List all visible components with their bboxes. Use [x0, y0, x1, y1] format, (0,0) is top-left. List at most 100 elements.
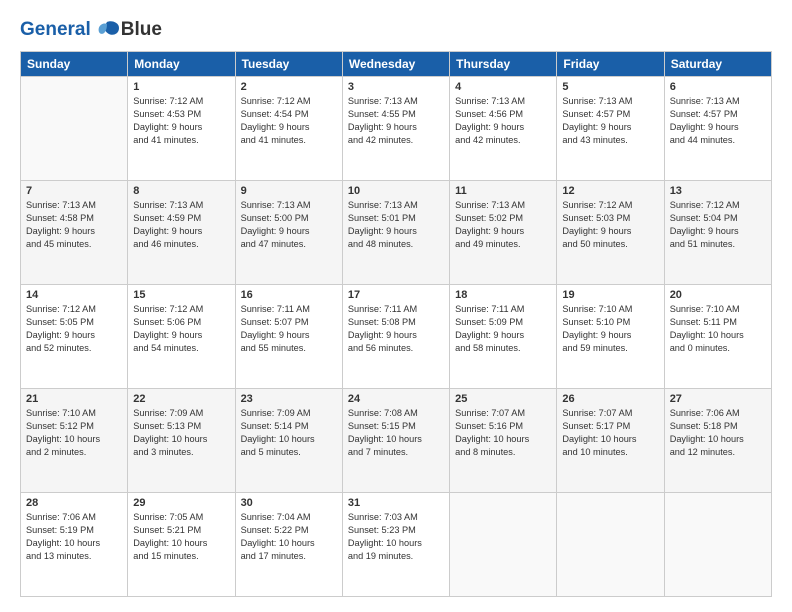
logo: General Blue — [20, 20, 162, 41]
calendar-week-row: 28 Sunrise: 7:06 AM Sunset: 5:19 PM Dayli… — [21, 492, 772, 596]
calendar-cell: 15Sunrise: 7:12 AM Sunset: 5:06 PM Dayli… — [128, 284, 235, 388]
calendar-cell — [21, 76, 128, 180]
day-number: 6 — [670, 81, 766, 93]
day-info: Sunrise: 7:11 AM Sunset: 5:08 PM Dayligh… — [348, 303, 444, 355]
calendar-cell — [557, 492, 664, 596]
calendar-cell: 18 Sunrise: 7:11 AM Sunset: 5:09 PM Dayli… — [450, 284, 557, 388]
day-number: 26 — [562, 393, 658, 405]
calendar-cell: 16Sunrise: 7:11 AM Sunset: 5:07 PM Dayli… — [235, 284, 342, 388]
day-info: Sunrise: 7:09 AM Sunset: 5:14 PM Dayligh… — [241, 407, 337, 459]
calendar-cell: 14 Sunrise: 7:12 AM Sunset: 5:05 PM Dayli… — [21, 284, 128, 388]
calendar-cell: 20Sunrise: 7:10 AM Sunset: 5:11 PM Dayli… — [664, 284, 771, 388]
day-number: 27 — [670, 393, 766, 405]
day-number: 14 — [26, 289, 122, 301]
day-number: 28 — [26, 497, 122, 509]
day-number: 17 — [348, 289, 444, 301]
calendar-cell: 22 Sunrise: 7:09 AM Sunset: 5:13 PM Dayli… — [128, 388, 235, 492]
day-info: Sunrise: 7:13 AM Sunset: 5:02 PM Dayligh… — [455, 199, 551, 251]
calendar-cell: 7 Sunrise: 7:13 AM Sunset: 4:58 PM Daylig… — [21, 180, 128, 284]
weekday-header-monday: Monday — [128, 51, 235, 76]
day-info: Sunrise: 7:12 AM Sunset: 5:05 PM Dayligh… — [26, 303, 122, 355]
day-number: 10 — [348, 185, 444, 197]
day-info: Sunrise: 7:12 AM Sunset: 5:03 PM Dayligh… — [562, 199, 658, 251]
day-info: Sunrise: 7:10 AM Sunset: 5:12 PM Dayligh… — [26, 407, 122, 459]
calendar-cell: 3 Sunrise: 7:13 AM Sunset: 4:55 PM Daylig… — [342, 76, 449, 180]
calendar-cell: 27Sunrise: 7:06 AM Sunset: 5:18 PM Dayli… — [664, 388, 771, 492]
day-info: Sunrise: 7:09 AM Sunset: 5:13 PM Dayligh… — [133, 407, 229, 459]
calendar-cell: 8Sunrise: 7:13 AM Sunset: 4:59 PM Daylig… — [128, 180, 235, 284]
day-info: Sunrise: 7:11 AM Sunset: 5:09 PM Dayligh… — [455, 303, 551, 355]
weekday-header-saturday: Saturday — [664, 51, 771, 76]
day-info: Sunrise: 7:13 AM Sunset: 4:57 PM Dayligh… — [670, 95, 766, 147]
calendar-cell: 2 Sunrise: 7:12 AM Sunset: 4:54 PM Daylig… — [235, 76, 342, 180]
day-number: 7 — [26, 185, 122, 197]
day-info: Sunrise: 7:12 AM Sunset: 5:06 PM Dayligh… — [133, 303, 229, 355]
day-info: Sunrise: 7:13 AM Sunset: 4:58 PM Dayligh… — [26, 199, 122, 251]
day-number: 23 — [241, 393, 337, 405]
logo-text: General — [20, 20, 121, 41]
calendar-cell: 26 Sunrise: 7:07 AM Sunset: 5:17 PM Dayli… — [557, 388, 664, 492]
day-info: Sunrise: 7:13 AM Sunset: 4:56 PM Dayligh… — [455, 95, 551, 147]
calendar-cell: 19 Sunrise: 7:10 AM Sunset: 5:10 PM Dayli… — [557, 284, 664, 388]
day-number: 18 — [455, 289, 551, 301]
calendar-cell — [450, 492, 557, 596]
day-info: Sunrise: 7:08 AM Sunset: 5:15 PM Dayligh… — [348, 407, 444, 459]
day-info: Sunrise: 7:07 AM Sunset: 5:16 PM Dayligh… — [455, 407, 551, 459]
day-info: Sunrise: 7:07 AM Sunset: 5:17 PM Dayligh… — [562, 407, 658, 459]
day-info: Sunrise: 7:13 AM Sunset: 5:00 PM Dayligh… — [241, 199, 337, 251]
day-number: 1 — [133, 81, 229, 93]
day-number: 22 — [133, 393, 229, 405]
calendar-cell: 4 Sunrise: 7:13 AM Sunset: 4:56 PM Daylig… — [450, 76, 557, 180]
day-number: 4 — [455, 81, 551, 93]
calendar-cell: 25 Sunrise: 7:07 AM Sunset: 5:16 PM Dayli… — [450, 388, 557, 492]
day-number: 11 — [455, 185, 551, 197]
calendar-cell: 23 Sunrise: 7:09 AM Sunset: 5:14 PM Dayli… — [235, 388, 342, 492]
day-info: Sunrise: 7:11 AM Sunset: 5:07 PM Dayligh… — [241, 303, 337, 355]
calendar-cell: 9Sunrise: 7:13 AM Sunset: 5:00 PM Daylig… — [235, 180, 342, 284]
day-info: Sunrise: 7:03 AM Sunset: 5:23 PM Dayligh… — [348, 511, 444, 563]
day-number: 20 — [670, 289, 766, 301]
day-number: 25 — [455, 393, 551, 405]
day-number: 3 — [348, 81, 444, 93]
weekday-header-sunday: Sunday — [21, 51, 128, 76]
day-info: Sunrise: 7:12 AM Sunset: 4:54 PM Dayligh… — [241, 95, 337, 147]
calendar-cell: 31 Sunrise: 7:03 AM Sunset: 5:23 PM Dayli… — [342, 492, 449, 596]
day-info: Sunrise: 7:13 AM Sunset: 5:01 PM Dayligh… — [348, 199, 444, 251]
day-info: Sunrise: 7:04 AM Sunset: 5:22 PM Dayligh… — [241, 511, 337, 563]
calendar-cell: 12 Sunrise: 7:12 AM Sunset: 5:03 PM Dayli… — [557, 180, 664, 284]
day-info: Sunrise: 7:13 AM Sunset: 4:59 PM Dayligh… — [133, 199, 229, 251]
calendar-cell: 13 Sunrise: 7:12 AM Sunset: 5:04 PM Dayli… — [664, 180, 771, 284]
calendar-cell: 10 Sunrise: 7:13 AM Sunset: 5:01 PM Dayli… — [342, 180, 449, 284]
calendar-cell: 30Sunrise: 7:04 AM Sunset: 5:22 PM Dayli… — [235, 492, 342, 596]
calendar-week-row: 14 Sunrise: 7:12 AM Sunset: 5:05 PM Dayli… — [21, 284, 772, 388]
weekday-header-thursday: Thursday — [450, 51, 557, 76]
day-info: Sunrise: 7:13 AM Sunset: 4:57 PM Dayligh… — [562, 95, 658, 147]
day-number: 31 — [348, 497, 444, 509]
day-number: 2 — [241, 81, 337, 93]
day-info: Sunrise: 7:10 AM Sunset: 5:10 PM Dayligh… — [562, 303, 658, 355]
weekday-header-friday: Friday — [557, 51, 664, 76]
calendar-cell: 5Sunrise: 7:13 AM Sunset: 4:57 PM Daylig… — [557, 76, 664, 180]
calendar-cell: 17 Sunrise: 7:11 AM Sunset: 5:08 PM Dayli… — [342, 284, 449, 388]
day-number: 13 — [670, 185, 766, 197]
day-number: 29 — [133, 497, 229, 509]
day-info: Sunrise: 7:12 AM Sunset: 4:53 PM Dayligh… — [133, 95, 229, 147]
calendar-week-row: 21Sunrise: 7:10 AM Sunset: 5:12 PM Dayli… — [21, 388, 772, 492]
calendar-cell: 11 Sunrise: 7:13 AM Sunset: 5:02 PM Dayli… — [450, 180, 557, 284]
day-info: Sunrise: 7:05 AM Sunset: 5:21 PM Dayligh… — [133, 511, 229, 563]
weekday-header-row: SundayMondayTuesdayWednesdayThursdayFrid… — [21, 51, 772, 76]
calendar-cell: 28 Sunrise: 7:06 AM Sunset: 5:19 PM Dayli… — [21, 492, 128, 596]
calendar-week-row: 1 Sunrise: 7:12 AM Sunset: 4:53 PM Daylig… — [21, 76, 772, 180]
day-number: 24 — [348, 393, 444, 405]
calendar-cell: 6 Sunrise: 7:13 AM Sunset: 4:57 PM Daylig… — [664, 76, 771, 180]
day-info: Sunrise: 7:13 AM Sunset: 4:55 PM Dayligh… — [348, 95, 444, 147]
day-number: 19 — [562, 289, 658, 301]
calendar-cell: 24 Sunrise: 7:08 AM Sunset: 5:15 PM Dayli… — [342, 388, 449, 492]
calendar-week-row: 7 Sunrise: 7:13 AM Sunset: 4:58 PM Daylig… — [21, 180, 772, 284]
header: General Blue — [20, 20, 772, 41]
day-number: 12 — [562, 185, 658, 197]
day-info: Sunrise: 7:06 AM Sunset: 5:19 PM Dayligh… — [26, 511, 122, 563]
calendar: SundayMondayTuesdayWednesdayThursdayFrid… — [20, 51, 772, 597]
calendar-cell: 29 Sunrise: 7:05 AM Sunset: 5:21 PM Dayli… — [128, 492, 235, 596]
day-info: Sunrise: 7:12 AM Sunset: 5:04 PM Dayligh… — [670, 199, 766, 251]
